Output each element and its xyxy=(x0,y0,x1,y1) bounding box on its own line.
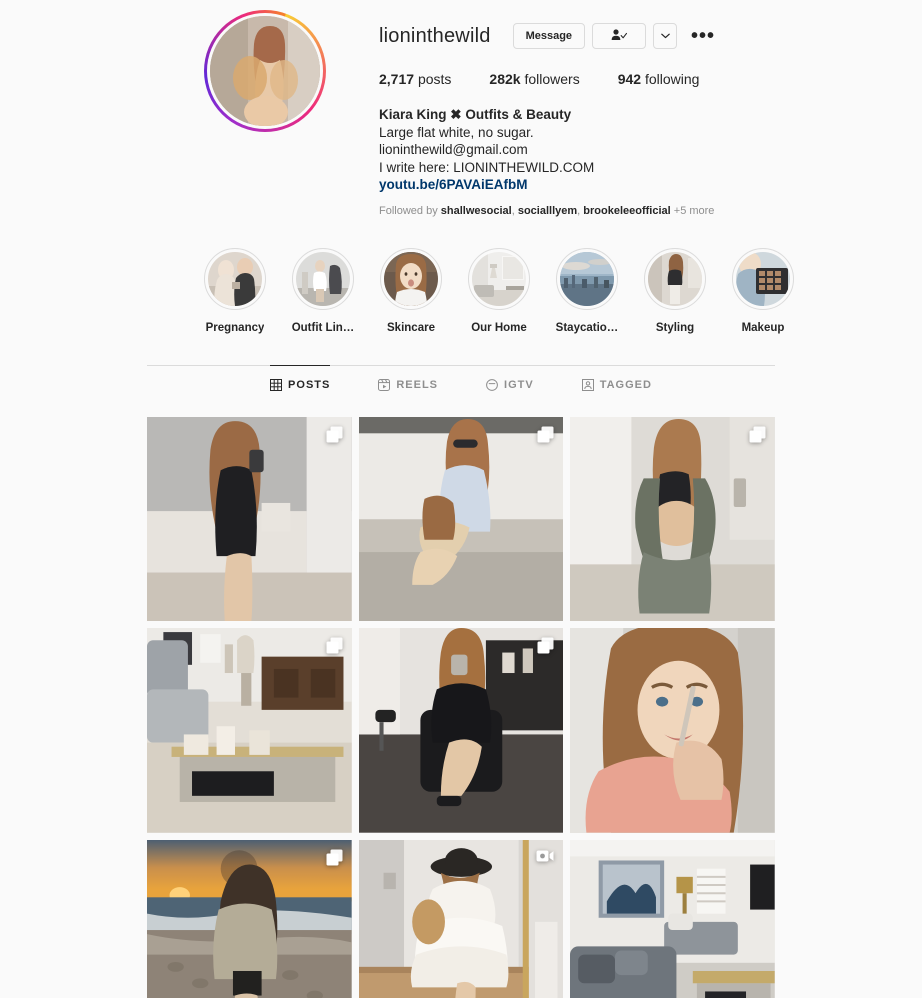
profile-tabs: POSTS REELS IGTV TAGGED xyxy=(147,364,775,406)
highlight-cover-our-home xyxy=(472,251,526,306)
reels-icon xyxy=(378,379,391,391)
carousel-icon xyxy=(326,849,343,871)
highlight-ring xyxy=(468,247,530,310)
tab-label: IGTV xyxy=(504,379,534,391)
highlight-pregnancy[interactable]: Pregnancy xyxy=(191,247,279,334)
highlight-label: Makeup xyxy=(741,321,785,334)
followers-label: followers xyxy=(524,71,580,87)
bio-line-3: I write here: LIONINTHEWILD.COM xyxy=(379,159,595,175)
highlight-label: Our Home xyxy=(471,321,527,334)
tab-label: TAGGED xyxy=(599,379,652,391)
carousel-icon xyxy=(537,637,554,659)
bio-fullname: Kiara King xyxy=(379,107,447,122)
highlight-ring xyxy=(644,247,706,310)
highlight-label: Outfit Lin… xyxy=(291,321,355,334)
post-living-room-coffee-table[interactable] xyxy=(147,628,352,833)
tagged-icon xyxy=(581,379,594,391)
highlight-cover-outfit-links xyxy=(296,251,350,306)
highlight-cover-styling xyxy=(648,251,702,306)
post-white-dress-hat[interactable] xyxy=(358,839,564,998)
profile-username: lioninthewild xyxy=(379,25,491,47)
highlight-ring xyxy=(732,247,794,310)
instagram-profile-page: lioninthewild Message ••• 2,717 posts 28… xyxy=(0,0,922,998)
stat-following[interactable]: 942 following xyxy=(618,71,700,87)
profile-header-right: lioninthewild Message ••• 2,717 posts 28… xyxy=(379,10,799,218)
stat-posts[interactable]: 2,717 posts xyxy=(379,71,451,87)
tab-label: REELS xyxy=(396,379,439,391)
bio-line-1: Large flat white, no sugar. xyxy=(379,124,534,140)
following-dropdown-button[interactable] xyxy=(653,23,678,49)
following-button[interactable] xyxy=(592,23,647,49)
highlight-staycation[interactable]: Staycatio… xyxy=(543,247,631,334)
video-icon xyxy=(536,849,554,868)
post-bedroom-mirror-selfie[interactable] xyxy=(147,416,352,622)
bio-external-link[interactable]: youtu.be/6PAVAiEAfbM xyxy=(379,176,799,194)
highlight-skincare[interactable]: Skincare xyxy=(367,247,455,334)
followed-by-more[interactable]: +5 more xyxy=(674,205,715,217)
tab-label: POSTS xyxy=(288,379,331,391)
profile-header: lioninthewild Message ••• 2,717 posts 28… xyxy=(204,0,922,218)
post-grid xyxy=(147,416,775,998)
bio-fullname-line: Kiara King ✖ Outfits & Beauty xyxy=(379,106,799,124)
username-row: lioninthewild Message ••• xyxy=(379,20,799,52)
mutual-follower-1[interactable]: shallwesocial xyxy=(441,205,512,217)
highlight-label: Skincare xyxy=(387,321,435,334)
highlight-makeup[interactable]: Makeup xyxy=(719,247,807,334)
tab-igtv[interactable]: IGTV xyxy=(486,365,534,405)
post-salon-chair[interactable] xyxy=(358,628,564,833)
highlight-label: Styling xyxy=(655,321,695,334)
mutual-follower-2[interactable]: socialllyem xyxy=(518,205,577,217)
highlight-cover-makeup xyxy=(736,251,790,306)
highlight-ring xyxy=(204,247,266,310)
profile-bio: Kiara King ✖ Outfits & Beauty Large flat… xyxy=(379,106,799,194)
mutual-follower-3[interactable]: brookeleeofficial xyxy=(583,205,670,217)
tab-posts[interactable]: POSTS xyxy=(270,364,331,405)
following-label: following xyxy=(644,71,700,87)
following-count: 942 xyxy=(617,71,642,87)
post-striped-shirt-steps[interactable] xyxy=(358,416,564,622)
carousel-icon xyxy=(537,426,554,448)
highlight-our-home[interactable]: Our Home xyxy=(455,247,543,334)
followed-by-row: Followed by shallwesocial, socialllyem, … xyxy=(379,204,715,217)
highlight-cover-staycation xyxy=(560,251,614,306)
more-options-button[interactable]: ••• xyxy=(689,24,717,48)
highlight-cover-skincare xyxy=(384,251,438,306)
followed-by-prefix: Followed by xyxy=(379,204,438,217)
chevron-down-icon xyxy=(660,32,670,41)
post-beauty-closeup[interactable] xyxy=(570,628,775,833)
bio-fullname-suffix: Outfits & Beauty xyxy=(465,107,572,122)
message-button[interactable]: Message xyxy=(512,23,586,49)
highlight-label: Pregnancy xyxy=(205,321,265,334)
post-beach-sunset[interactable] xyxy=(147,839,352,998)
person-check-icon xyxy=(611,28,628,44)
posts-count: 2,717 xyxy=(379,71,415,87)
highlight-ring xyxy=(556,247,618,310)
stat-followers[interactable]: 282k followers xyxy=(489,71,579,87)
carousel-icon xyxy=(326,637,343,659)
highlight-styling[interactable]: Styling xyxy=(631,247,719,334)
highlight-cover-pregnancy xyxy=(208,251,262,306)
carousel-icon xyxy=(749,426,766,448)
igtv-icon xyxy=(486,379,498,391)
highlight-label: Staycatio… xyxy=(555,321,619,334)
highlight-outfit-links[interactable]: Outfit Lin… xyxy=(279,247,367,334)
post-bump-on-bed[interactable] xyxy=(570,416,775,622)
carousel-icon xyxy=(326,426,343,448)
posts-label: posts xyxy=(417,71,452,87)
post-lounge-room[interactable] xyxy=(570,839,775,998)
profile-avatar[interactable] xyxy=(204,10,326,132)
avatar-ring-inner xyxy=(207,13,323,129)
scissors-glyph-icon: ✖ xyxy=(450,107,462,122)
followers-count: 282k xyxy=(489,71,521,87)
tab-reels[interactable]: REELS xyxy=(378,365,438,405)
tab-tagged[interactable]: TAGGED xyxy=(581,365,652,405)
grid-icon xyxy=(270,379,283,391)
story-highlights: Pregnancy Outfit Lin… Skincare Our Home … xyxy=(191,247,811,334)
highlight-ring xyxy=(292,247,354,310)
profile-stats: 2,717 posts 282k followers 942 following xyxy=(379,71,799,87)
profile-avatar-photo xyxy=(210,16,320,126)
bio-line-2: lioninthewild@gmail.com xyxy=(379,142,528,157)
highlight-ring xyxy=(380,247,442,310)
